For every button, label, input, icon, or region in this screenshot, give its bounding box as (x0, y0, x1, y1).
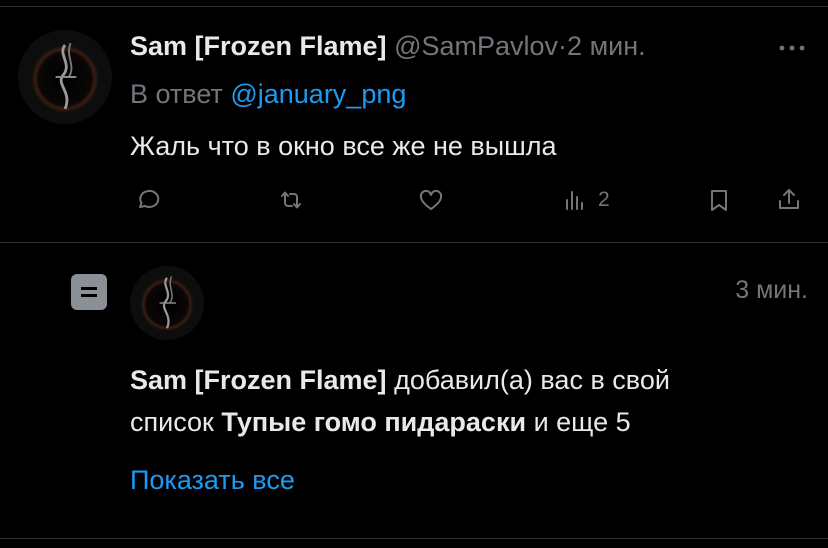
notification-avatar[interactable] (130, 266, 204, 340)
tweet-text: Жаль что в окно все же не вышла (130, 131, 557, 161)
notification-actor[interactable]: Sam [Frozen Flame] (130, 365, 387, 395)
views-button[interactable]: 2 (562, 187, 610, 213)
notification-time: 3 мин. (735, 276, 808, 304)
top-divider (0, 6, 828, 7)
reply-context: В ответ @january_png (130, 76, 406, 112)
divider-between-items (0, 242, 828, 243)
notification-text-middle: добавил(а) вас в свой (394, 365, 670, 395)
reply-icon (139, 189, 160, 208)
bookmark-button[interactable] (706, 187, 732, 213)
author-name[interactable]: Sam [Frozen Flame] (130, 31, 387, 61)
tweet-header: Sam [Frozen Flame] @SamPavlov·2 мин. (130, 28, 646, 64)
retweet-icon (281, 191, 301, 209)
list-name[interactable]: Тупые гомо пидараски (221, 407, 526, 437)
more-dots-icon (779, 45, 805, 51)
like-icon (419, 189, 443, 210)
notification-suffix: и еще 5 (533, 407, 631, 437)
like-button[interactable] (418, 188, 444, 214)
reply-to-link[interactable]: @january_png (230, 79, 406, 109)
share-button[interactable] (776, 186, 802, 212)
reply-button[interactable] (134, 187, 160, 213)
list-icon (71, 274, 107, 310)
notification-list-prefix: список (130, 407, 214, 437)
reply-prefix: В ответ (130, 79, 223, 109)
notification-text: Sam [Frozen Flame] добавил(а) вас в свой… (130, 359, 790, 443)
show-all-link[interactable]: Показать все (130, 462, 295, 498)
avatar-image (18, 30, 112, 124)
views-icon (566, 191, 583, 210)
retweet-button[interactable] (278, 187, 304, 213)
header-separator: · (558, 31, 568, 61)
tweet-time[interactable]: 2 мин. (567, 31, 646, 61)
views-count: 2 (598, 188, 610, 211)
author-handle[interactable]: @SamPavlov (394, 31, 558, 61)
avatar[interactable] (18, 30, 112, 124)
bottom-divider (0, 538, 828, 539)
share-icon (779, 189, 799, 209)
notification-avatar-image (130, 266, 204, 340)
more-button[interactable] (776, 38, 808, 58)
bookmark-icon (711, 190, 727, 211)
